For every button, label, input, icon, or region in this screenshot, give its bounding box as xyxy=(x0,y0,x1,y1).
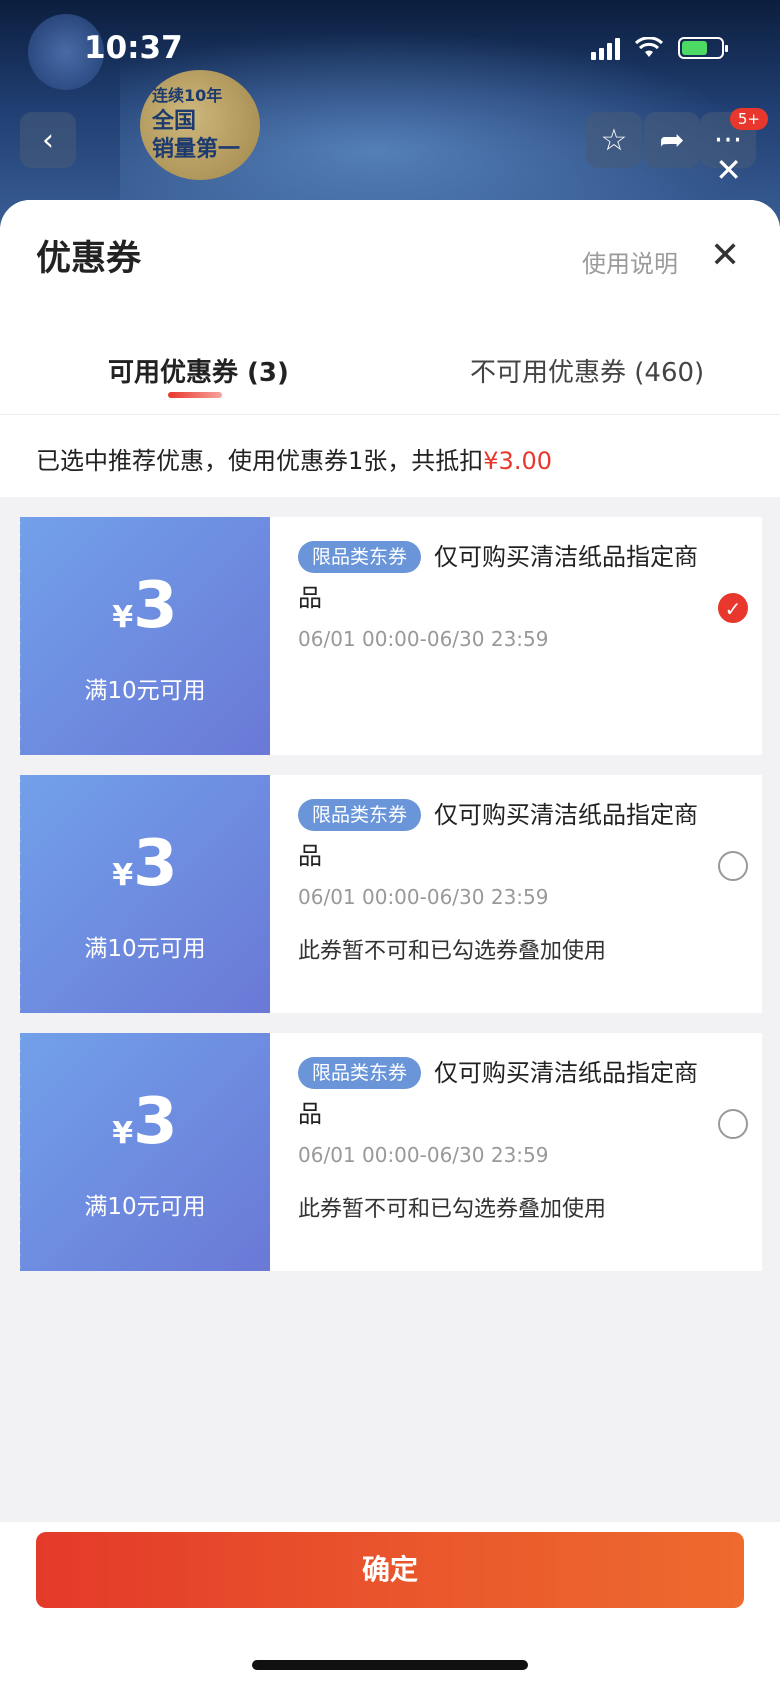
star-icon[interactable]: ☆ xyxy=(586,112,642,168)
coupon-amount: ¥3 xyxy=(20,569,270,643)
coupon-details: 仅可购买清洁纸品指定商品 限品类东券 06/01 00:00-06/30 23:… xyxy=(270,775,762,1013)
promo-line3: 销量第一 xyxy=(152,137,241,162)
summary-text: 已选中推荐优惠，使用优惠券1张，共抵扣¥3.00 xyxy=(36,441,552,476)
coupon-card[interactable]: ¥3 满10元可用 仅可购买清洁纸品指定商品 限品类东券 06/01 00:00… xyxy=(16,1033,762,1271)
home-indicator xyxy=(252,1660,528,1670)
coupon-validity: 06/01 00:00-06/30 23:59 xyxy=(298,627,549,651)
back-icon[interactable]: ‹ xyxy=(20,112,76,168)
coupon-amount-value: 3 xyxy=(133,827,178,901)
coupon-tag: 限品类东券 xyxy=(298,541,422,573)
selection-summary: 已选中推荐优惠，使用优惠券1张，共抵扣¥3.00 xyxy=(0,414,780,497)
coupon-value-panel: ¥3 满10元可用 xyxy=(16,1033,270,1271)
coupon-validity: 06/01 00:00-06/30 23:59 xyxy=(298,1143,549,1167)
promo-line2: 全国 xyxy=(152,109,197,134)
coupon-currency: ¥ xyxy=(112,1116,134,1151)
status-time: 10:37 xyxy=(84,30,183,66)
coupon-list: ¥3 满10元可用 仅可购买清洁纸品指定商品 限品类东券 06/01 00:00… xyxy=(0,497,780,1271)
battery-icon xyxy=(678,37,728,59)
coupon-condition: 满10元可用 xyxy=(84,1194,206,1220)
coupon-details: 仅可购买清洁纸品指定商品 限品类东券 06/01 00:00-06/30 23:… xyxy=(270,1033,762,1271)
checkbox-empty-icon[interactable] xyxy=(718,851,748,881)
share-icon[interactable]: ➦ xyxy=(644,112,700,168)
coupon-tag: 限品类东券 xyxy=(298,1057,422,1089)
cart-badge: 5+ xyxy=(729,108,768,130)
coupon-tag: 限品类东券 xyxy=(298,799,422,831)
coupon-card[interactable]: ¥3 满10元可用 仅可购买清洁纸品指定商品 限品类东券 06/01 00:00… xyxy=(16,775,762,1013)
coupon-sheet: 优惠券 使用说明 ✕ 可用优惠券 (3) 不可用优惠券 (460) 已选中推荐优… xyxy=(0,200,780,1688)
status-icons xyxy=(591,36,728,60)
coupon-note: 此券暂不可和已勾选券叠加使用 xyxy=(298,1197,607,1222)
help-link[interactable]: 使用说明 xyxy=(582,244,678,279)
sheet-header: 优惠券 使用说明 ✕ 可用优惠券 (3) 不可用优惠券 (460) xyxy=(0,200,780,414)
coupon-note: 此券暂不可和已勾选券叠加使用 xyxy=(298,939,607,964)
close-icon[interactable]: ✕ xyxy=(710,238,740,274)
close-icon[interactable]: ✕ xyxy=(715,154,742,186)
coupon-amount-value: 3 xyxy=(133,569,178,643)
coupon-amount: ¥3 xyxy=(20,1085,270,1159)
coupon-condition: 满10元可用 xyxy=(84,936,206,962)
coupon-details: 仅可购买清洁纸品指定商品 限品类东券 06/01 00:00-06/30 23:… xyxy=(270,517,762,755)
promo-text: 连续10年 全国 销量第一 xyxy=(152,84,240,164)
coupon-value-panel: ¥3 满10元可用 xyxy=(16,517,270,755)
product-banner: 连续10年 全国 销量第一 10:37 ‹ ☆ ➦ ··· 5+ ✕ xyxy=(0,0,780,230)
confirm-button[interactable]: 确定 xyxy=(36,1532,744,1608)
tab-unavailable[interactable]: 不可用优惠券 (460) xyxy=(470,352,704,389)
tab-underline xyxy=(168,392,222,398)
sheet-title: 优惠券 xyxy=(36,239,142,279)
coupon-validity: 06/01 00:00-06/30 23:59 xyxy=(298,885,549,909)
wifi-icon xyxy=(634,37,664,57)
coupon-condition: 满10元可用 xyxy=(84,678,206,704)
coupon-amount: ¥3 xyxy=(20,827,270,901)
coupon-currency: ¥ xyxy=(112,600,134,635)
checkbox-empty-icon[interactable] xyxy=(718,1109,748,1139)
coupon-value-panel: ¥3 满10元可用 xyxy=(16,775,270,1013)
summary-prefix: 已选中推荐优惠，使用优惠券1张，共抵扣 xyxy=(36,447,484,475)
summary-amount: ¥3.00 xyxy=(483,447,552,475)
coupon-card[interactable]: ¥3 满10元可用 仅可购买清洁纸品指定商品 限品类东券 06/01 00:00… xyxy=(16,517,762,755)
coupon-currency: ¥ xyxy=(112,858,134,893)
coupon-amount-value: 3 xyxy=(133,1085,178,1159)
promo-line1: 连续10年 xyxy=(152,86,223,105)
tab-available[interactable]: 可用优惠券 (3) xyxy=(108,352,289,389)
checkbox-checked-icon[interactable]: ✓ xyxy=(718,593,748,623)
signal-icon xyxy=(591,36,620,60)
